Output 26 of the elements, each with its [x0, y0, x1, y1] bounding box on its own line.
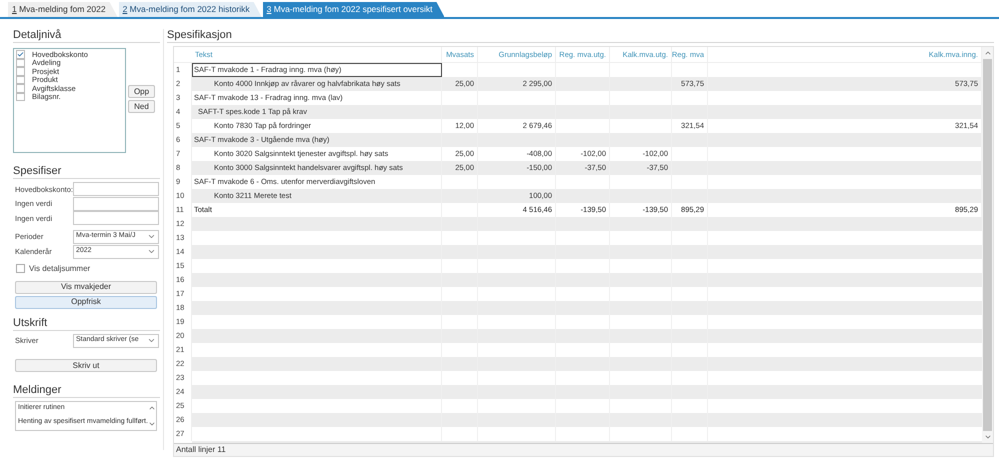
- section-title: Spesifikasjon: [167, 29, 233, 41]
- input-field[interactable]: [73, 196, 159, 211]
- checkbox[interactable]: [16, 264, 25, 273]
- checkbox[interactable]: [16, 50, 25, 58]
- section-title: Meldinger: [13, 384, 62, 396]
- button[interactable]: Ned: [128, 100, 155, 113]
- scrollbar[interactable]: [982, 47, 993, 443]
- section-title: Detaljnivå: [13, 29, 62, 41]
- tab[interactable]: 3 Mva-melding fom 2022 spesifisert oversikt: [262, 2, 444, 17]
- section-title: Spesifiser: [13, 165, 62, 177]
- scroll-down-icon[interactable]: [984, 433, 992, 441]
- input-field[interactable]: [73, 211, 159, 226]
- scroll-up-icon[interactable]: [984, 49, 992, 57]
- tab[interactable]: 1 Mva-melding fom 2022: [8, 2, 118, 17]
- checkbox[interactable]: [16, 67, 25, 76]
- checkbox[interactable]: [16, 84, 25, 92]
- checkbox-label: Vis detaljsummer: [29, 262, 90, 274]
- section-title: Utskrift: [13, 316, 48, 328]
- button[interactable]: Oppfrisk: [15, 296, 157, 308]
- tab[interactable]: 2 Mva-melding fom 2022 historikk: [118, 2, 262, 17]
- input-field[interactable]: [73, 182, 159, 196]
- button[interactable]: Opp: [128, 85, 155, 98]
- button[interactable]: Vis mvakjeder: [15, 280, 157, 294]
- status-text: Antall linjer 11: [176, 444, 226, 456]
- button[interactable]: Skriv ut: [15, 359, 157, 372]
- chevron-down-icon: [147, 336, 156, 345]
